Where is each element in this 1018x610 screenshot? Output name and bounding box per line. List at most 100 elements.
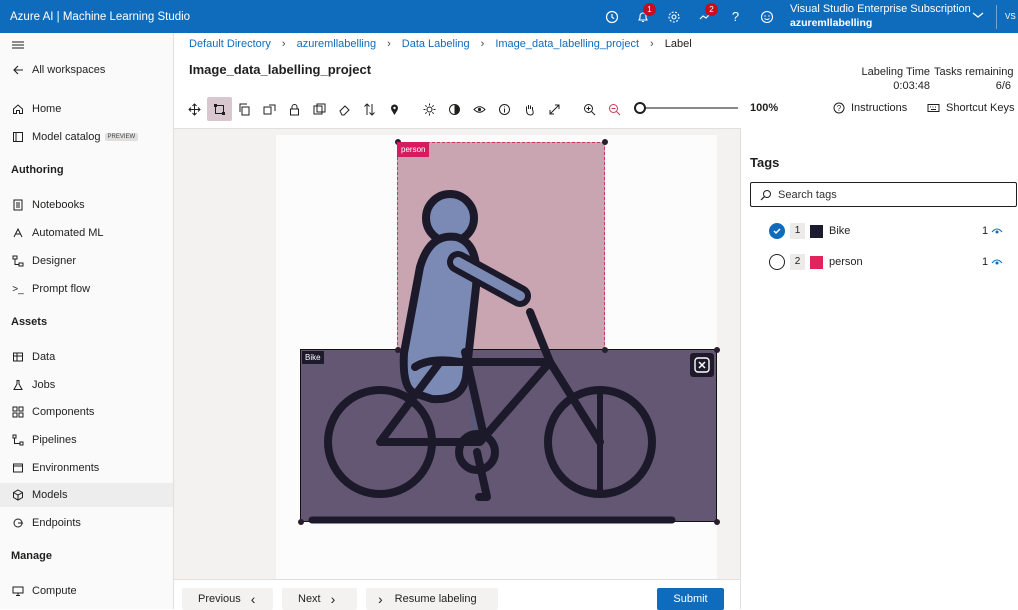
move-icon[interactable] (182, 97, 207, 121)
resize-handle[interactable] (298, 519, 304, 525)
history-icon[interactable] (596, 0, 627, 33)
zoom-slider-thumb[interactable] (634, 102, 646, 114)
prompt-flow-icon: >_ (12, 283, 24, 295)
sidebar-item-label: Jobs (32, 379, 56, 391)
hamburger-menu[interactable] (0, 33, 173, 57)
tag-row-bike[interactable]: 1 Bike (769, 221, 850, 241)
checkmark-icon[interactable] (769, 223, 785, 239)
sidebar-item-compute[interactable]: Compute (0, 579, 173, 603)
copy-icon[interactable] (232, 97, 257, 121)
bell-icon[interactable]: 1 (627, 0, 658, 33)
search-tags-input[interactable]: Search tags (750, 182, 1017, 207)
previous-label: Previous (198, 593, 241, 605)
radio-icon[interactable] (769, 254, 785, 270)
tag-name: Bike (829, 225, 851, 237)
smiley-icon[interactable] (751, 0, 782, 33)
catalog-icon (11, 130, 25, 144)
settings-icon[interactable] (658, 0, 689, 33)
resume-labeling-button[interactable]: › Resume labeling (366, 588, 498, 610)
submit-button[interactable]: Submit (657, 588, 724, 610)
sidebar-item-model-catalog[interactable]: Model catalog PREVIEW (0, 125, 173, 149)
hamburger-icon[interactable] (11, 39, 25, 51)
sidebar-item-home[interactable]: Home (0, 97, 173, 121)
instructions-button[interactable]: ? Instructions (833, 102, 907, 114)
automl-icon (11, 226, 25, 240)
workspace-name: azuremllabelling (790, 17, 873, 29)
sidebar-item-endpoints[interactable]: Endpoints (0, 511, 173, 535)
header-icons: 1 2 ? (596, 0, 782, 33)
shortcut-keys-label: Shortcut Keys (946, 102, 1015, 114)
feedback-badge: 2 (705, 3, 718, 16)
help-circle-icon: ? (833, 102, 845, 114)
breadcrumb-current: Label (664, 38, 692, 50)
contrast-icon[interactable] (442, 97, 467, 121)
sidebar-item-jobs[interactable]: Jobs (0, 373, 173, 397)
sidebar-item-pipelines[interactable]: Pipelines (0, 428, 173, 452)
brightness-icon[interactable] (417, 97, 442, 121)
pipeline-icon (11, 433, 25, 447)
feedback-icon[interactable]: 2 (689, 0, 720, 33)
breadcrumb-item[interactable]: Default Directory (189, 38, 271, 50)
avatar[interactable]: VS (996, 5, 1018, 29)
tag-index: 2 (790, 254, 805, 270)
sidebar-item-all-workspaces[interactable]: All workspaces (0, 58, 173, 82)
subscription-selector[interactable]: Visual Studio Enterprise Subscription az… (790, 2, 971, 30)
preview-badge: PREVIEW (104, 133, 139, 141)
chevron-down-icon[interactable] (972, 10, 984, 20)
sidebar-item-data[interactable]: Data (0, 345, 173, 369)
eraser-icon[interactable] (332, 97, 357, 121)
resize-handle[interactable] (602, 139, 608, 145)
shortcut-keys-button[interactable]: Shortcut Keys (927, 102, 1014, 114)
sidebar-item-designer[interactable]: Designer (0, 249, 173, 273)
pin-icon[interactable] (382, 97, 407, 121)
pan-hand-icon[interactable] (517, 97, 542, 121)
eye-icon[interactable] (467, 97, 492, 121)
fit-to-screen-icon[interactable] (542, 97, 567, 121)
resize-handle[interactable] (714, 347, 720, 353)
resize-handle[interactable] (602, 347, 608, 353)
breadcrumb-item[interactable]: Image_data_labelling_project (495, 38, 639, 50)
info-icon[interactable] (492, 97, 517, 121)
eye-icon[interactable] (991, 226, 1003, 236)
top-bar: Azure AI | Machine Learning Studio 1 2 ?… (0, 0, 1018, 33)
delete-box-button[interactable] (690, 353, 714, 377)
eye-icon[interactable] (991, 257, 1003, 267)
sidebar-item-components[interactable]: Components (0, 400, 173, 424)
sort-icon[interactable] (357, 97, 382, 121)
sidebar-item-models[interactable]: Models (0, 483, 173, 507)
notification-badge: 1 (643, 3, 656, 16)
sidebar-item-automated-ml[interactable]: Automated ML (0, 221, 173, 245)
sidebar-item-label: Compute (32, 585, 77, 597)
svg-text:?: ? (837, 104, 842, 113)
sidebar-item-label: Designer (32, 255, 77, 267)
tag-row-person[interactable]: 2 person (769, 252, 863, 272)
region-icon[interactable] (257, 97, 282, 121)
sidebar-item-label: Notebooks (32, 199, 85, 211)
breadcrumb-item[interactable]: Data Labeling (402, 38, 470, 50)
lock-icon[interactable] (282, 97, 307, 121)
chevron-right-icon: › (281, 38, 286, 50)
sidebar-item-label: Environments (32, 462, 100, 474)
next-button[interactable]: Next › (282, 588, 357, 610)
zoom-in-icon[interactable] (577, 97, 602, 121)
resize-handle[interactable] (714, 519, 720, 525)
sidebar-item-environments[interactable]: Environments (0, 456, 173, 480)
sidebar-item-prompt-flow[interactable]: >_ Prompt flow (0, 277, 173, 301)
help-icon[interactable]: ? (720, 0, 751, 33)
tasks-remaining-value: 6/6 (995, 80, 1011, 92)
app-title[interactable]: Azure AI | Machine Learning Studio (0, 11, 190, 23)
resize-handle[interactable] (395, 347, 401, 353)
breadcrumb-item[interactable]: azuremllabelling (297, 38, 377, 50)
chevron-right-icon: › (387, 38, 391, 50)
zoom-slider-track[interactable] (638, 107, 738, 109)
section-heading-assets: Assets (11, 316, 48, 328)
sidebar-item-notebooks[interactable]: Notebooks (0, 193, 173, 217)
rectangle-tool-icon[interactable] (207, 97, 232, 121)
zoom-out-icon[interactable] (602, 97, 627, 121)
breadcrumb: Default Directory › azuremllabelling › D… (189, 38, 703, 50)
flask-icon (11, 378, 25, 392)
bike-rider-image (308, 190, 676, 524)
multi-select-icon[interactable] (307, 97, 332, 121)
previous-button[interactable]: Previous ‹ (182, 588, 273, 610)
tag-color-swatch (810, 224, 823, 238)
